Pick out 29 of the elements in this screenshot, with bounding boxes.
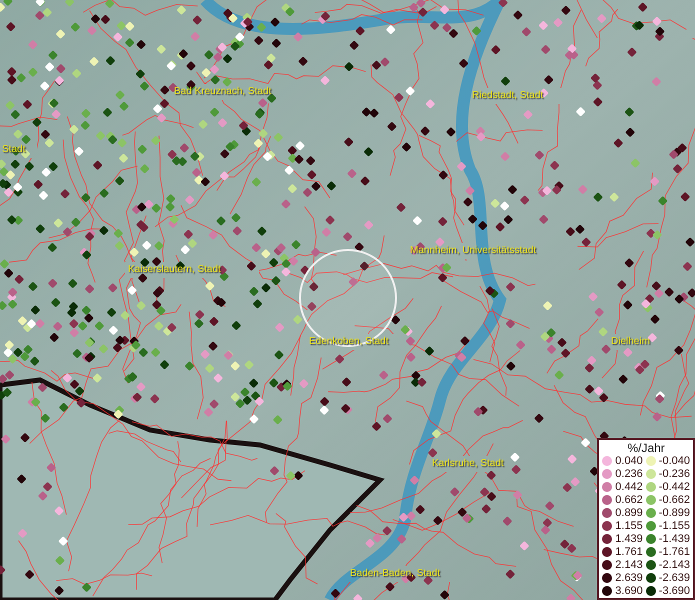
place-label: Baden-Baden, Stadt (350, 568, 440, 579)
legend-value: -1.155 (658, 520, 690, 532)
legend-title: %/Jahr (626, 441, 666, 455)
legend-value: -3.690 (658, 585, 690, 597)
legend-value: -2.143 (658, 559, 690, 571)
legend-value: 0.236 (615, 468, 643, 480)
place-label: Karlsruhe, Stadt (432, 458, 504, 469)
place-label: Bad Kreuznach, Stadt (174, 86, 272, 97)
legend-value: 0.899 (615, 507, 643, 519)
legend-value: 1.761 (615, 546, 643, 558)
legend-value: 2.639 (615, 572, 643, 584)
place-label: Edenkoben, Stadt (309, 336, 389, 347)
legend-value: -0.442 (658, 481, 690, 493)
legend-value: -0.662 (658, 494, 690, 506)
legend-value: -0.236 (658, 468, 690, 480)
legend-value: 3.690 (615, 585, 643, 597)
legend-value: -2.639 (658, 572, 690, 584)
legend-value: 2.143 (615, 559, 643, 571)
legend-value: -1.439 (658, 533, 690, 545)
legend-value: -0.899 (658, 507, 690, 519)
legend-value: 0.442 (615, 481, 643, 493)
legend-value: -1.761 (658, 546, 690, 558)
legend-value: 1.155 (615, 520, 643, 532)
legend-value: -0.040 (658, 455, 690, 467)
legend-value: 0.040 (615, 455, 643, 467)
place-label: Dielheim (611, 336, 650, 347)
legend-value: 1.439 (615, 533, 643, 545)
legend-value: 0.662 (615, 494, 643, 506)
place-label: Riedstadt, Stadt (472, 90, 544, 101)
